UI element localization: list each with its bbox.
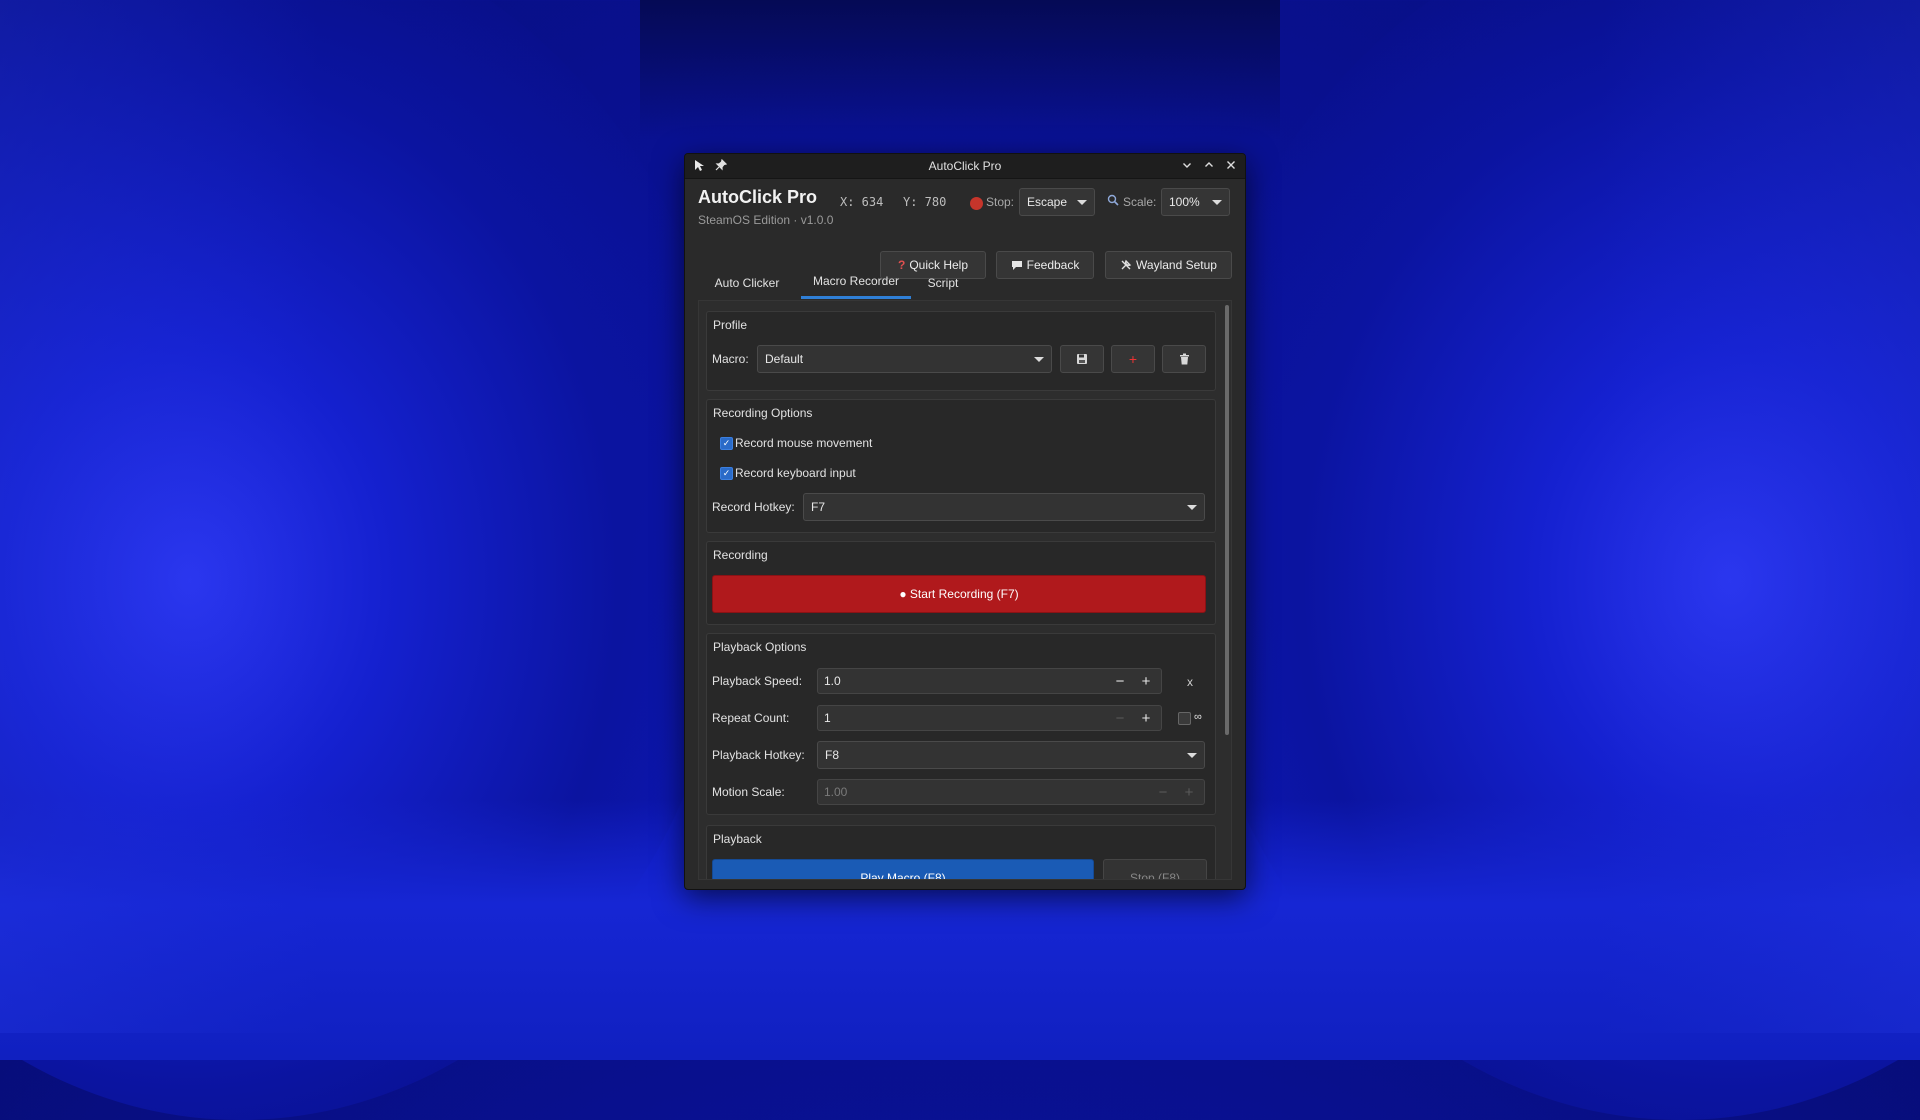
playback-options-title: Playback Options bbox=[713, 640, 807, 654]
recording-options-title: Recording Options bbox=[713, 406, 813, 420]
stop-key-dropdown[interactable]: Escape bbox=[1019, 188, 1095, 216]
trash-icon bbox=[1179, 353, 1189, 365]
tab-script[interactable]: Script bbox=[918, 266, 968, 299]
close-icon bbox=[1227, 161, 1235, 169]
infinite-label[interactable]: ∞ bbox=[1194, 711, 1202, 723]
macro-label: Macro: bbox=[712, 352, 749, 366]
recording-title: Recording bbox=[713, 548, 768, 562]
minimize-button[interactable] bbox=[1179, 157, 1195, 173]
playback-hotkey-dropdown[interactable]: F8 bbox=[817, 741, 1205, 769]
chevron-down-icon bbox=[1034, 357, 1044, 362]
scale-dropdown[interactable]: 100% bbox=[1161, 188, 1230, 216]
app-subtitle: SteamOS Edition · v1.0.0 bbox=[698, 213, 834, 227]
stop-record-icon bbox=[970, 197, 983, 210]
play-macro-button[interactable]: Play Macro (F8) bbox=[712, 859, 1094, 879]
chevron-down-icon bbox=[1183, 163, 1191, 168]
tab-bar: Auto Clicker Macro Recorder Script bbox=[698, 266, 1232, 301]
recording-options-group: Recording Options ✓ Record mouse movemen… bbox=[706, 399, 1216, 533]
pin-icon[interactable] bbox=[713, 157, 729, 173]
app-window: AutoClick Pro AutoClick Pro SteamOS Edit… bbox=[684, 153, 1246, 890]
increment-button[interactable]: + bbox=[1135, 671, 1157, 691]
save-macro-button[interactable] bbox=[1060, 345, 1104, 373]
chevron-down-icon bbox=[1187, 505, 1197, 510]
scale-value: 100% bbox=[1169, 195, 1200, 209]
start-recording-button[interactable]: ● Start Recording (F7) bbox=[712, 575, 1206, 613]
record-keyboard-checkbox[interactable]: ✓ bbox=[720, 467, 733, 480]
cursor-icon[interactable] bbox=[691, 157, 707, 173]
stop-label: Stop: bbox=[986, 195, 1015, 209]
record-keyboard-label[interactable]: Record keyboard input bbox=[735, 466, 856, 480]
tab-macro-recorder[interactable]: Macro Recorder bbox=[801, 266, 911, 299]
profile-title: Profile bbox=[713, 318, 748, 332]
record-hotkey-label: Record Hotkey: bbox=[712, 500, 795, 514]
plus-icon: + bbox=[1128, 351, 1138, 367]
infinite-repeat-checkbox[interactable] bbox=[1178, 712, 1191, 725]
chevron-down-icon bbox=[1187, 753, 1197, 758]
motion-scale-spinbox[interactable]: 1.00 − + bbox=[817, 779, 1205, 805]
decrement-button[interactable]: − bbox=[1109, 708, 1131, 728]
macro-recorder-panel: Profile Macro: Default + Recording Optio… bbox=[698, 300, 1232, 880]
cursor-y-readout: Y: 780 bbox=[903, 195, 947, 209]
playback-speed-value: 1.0 bbox=[824, 674, 841, 688]
motion-scale-label: Motion Scale: bbox=[712, 785, 785, 799]
delete-macro-button[interactable] bbox=[1162, 345, 1206, 373]
cursor-x-readout: X: 634 bbox=[840, 195, 884, 209]
record-mouse-label[interactable]: Record mouse movement bbox=[735, 436, 872, 450]
repeat-count-value: 1 bbox=[824, 711, 831, 725]
repeat-count-spinbox[interactable]: 1 − + bbox=[817, 705, 1162, 731]
titlebar[interactable]: AutoClick Pro bbox=[685, 154, 1245, 179]
repeat-count-label: Repeat Count: bbox=[712, 711, 790, 725]
chevron-down-icon bbox=[1212, 200, 1222, 205]
macro-dropdown[interactable]: Default bbox=[757, 345, 1052, 373]
profile-group: Profile Macro: Default + bbox=[706, 311, 1216, 391]
tab-auto-clicker[interactable]: Auto Clicker bbox=[702, 266, 792, 299]
scale-label: Scale: bbox=[1123, 195, 1157, 209]
speed-suffix: x bbox=[1187, 675, 1193, 689]
decrement-button[interactable]: − bbox=[1109, 671, 1131, 691]
macro-value: Default bbox=[765, 352, 804, 366]
stop-playback-button[interactable]: Stop (F8) bbox=[1103, 859, 1207, 879]
scrollbar[interactable] bbox=[1225, 305, 1229, 735]
add-macro-button[interactable]: + bbox=[1111, 345, 1155, 373]
window-title: AutoClick Pro bbox=[928, 159, 1002, 173]
stop-key-value: Escape bbox=[1027, 195, 1068, 209]
chevron-up-icon bbox=[1205, 162, 1213, 167]
decrement-button[interactable]: − bbox=[1152, 782, 1174, 802]
motion-scale-value: 1.00 bbox=[824, 785, 848, 799]
playback-speed-label: Playback Speed: bbox=[712, 674, 803, 688]
search-icon bbox=[1107, 194, 1121, 208]
record-hotkey-value: F7 bbox=[811, 500, 826, 514]
record-mouse-checkbox[interactable]: ✓ bbox=[720, 437, 733, 450]
playback-title: Playback bbox=[713, 832, 762, 846]
app-header: AutoClick Pro SteamOS Edition · v1.0.0 X… bbox=[685, 179, 1245, 279]
increment-button[interactable]: + bbox=[1135, 708, 1157, 728]
maximize-button[interactable] bbox=[1201, 157, 1217, 173]
floppy-disk-icon bbox=[1077, 354, 1087, 364]
close-button[interactable] bbox=[1223, 157, 1239, 173]
chevron-down-icon bbox=[1077, 200, 1087, 205]
playback-speed-spinbox[interactable]: 1.0 − + bbox=[817, 668, 1162, 694]
increment-button[interactable]: + bbox=[1178, 782, 1200, 802]
playback-hotkey-value: F8 bbox=[825, 748, 840, 762]
record-hotkey-dropdown[interactable]: F7 bbox=[803, 493, 1205, 521]
playback-hotkey-label: Playback Hotkey: bbox=[712, 748, 805, 762]
recording-group: Recording ● Start Recording (F7) bbox=[706, 541, 1216, 625]
playback-options-group: Playback Options Playback Speed: 1.0 − +… bbox=[706, 633, 1216, 815]
playback-group: Playback Play Macro (F8) Stop (F8) bbox=[706, 825, 1216, 879]
app-name: AutoClick Pro bbox=[698, 187, 818, 207]
